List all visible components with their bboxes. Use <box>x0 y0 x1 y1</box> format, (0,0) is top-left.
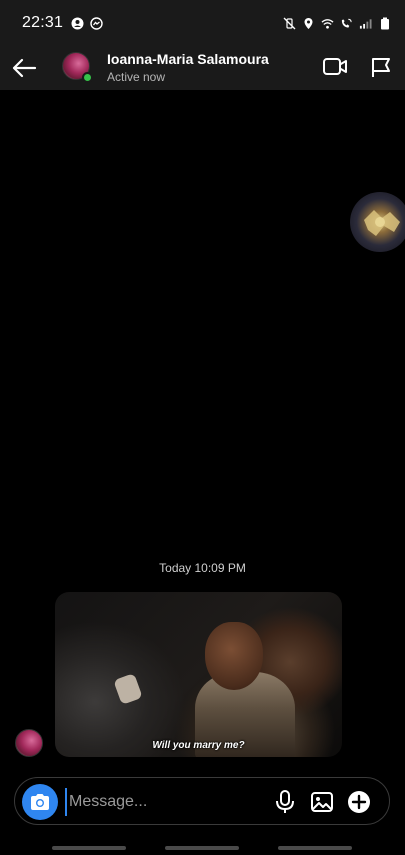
nav-recent-button[interactable] <box>52 846 126 850</box>
gif-message[interactable]: Will you marry me? <box>55 592 342 757</box>
contact-status: Active now <box>107 70 166 84</box>
flag-icon <box>372 58 390 77</box>
gallery-button[interactable] <box>310 790 334 814</box>
back-button[interactable] <box>10 54 38 82</box>
voice-message-button[interactable] <box>273 789 297 815</box>
more-options-button[interactable] <box>347 790 371 814</box>
wifi-call-icon <box>340 17 353 30</box>
location-icon <box>302 17 315 30</box>
camera-icon <box>31 794 49 810</box>
camera-button[interactable] <box>22 784 58 820</box>
nav-home-button[interactable] <box>165 846 239 850</box>
chat-screen: 22:31 Ioanna-Maria Salamoura Active now … <box>0 0 405 855</box>
status-time: 22:31 <box>22 14 64 31</box>
video-camera-icon <box>323 58 347 75</box>
message-composer <box>14 777 390 825</box>
status-bar: 22:31 <box>0 0 405 46</box>
message-timestamp: Today 10:09 PM <box>159 561 246 575</box>
wifi-icon <box>321 17 334 30</box>
account-circle-icon <box>71 17 84 30</box>
message-input[interactable] <box>65 788 255 816</box>
chat-head-image-icon <box>364 210 400 236</box>
nav-back-button[interactable] <box>278 846 352 850</box>
chat-header: Ioanna-Maria Salamoura Active now <box>0 46 405 90</box>
floating-chat-head[interactable] <box>350 192 405 252</box>
battery-icon <box>378 17 391 30</box>
video-call-button[interactable] <box>322 56 348 78</box>
gif-ring-box <box>113 673 143 705</box>
contact-name: Ioanna-Maria Salamoura <box>107 51 269 67</box>
system-nav-bar <box>0 842 405 855</box>
signal-icon <box>359 17 372 30</box>
gif-caption: Will you marry me? <box>152 740 245 751</box>
online-indicator <box>82 72 93 83</box>
gif-figure-face <box>205 622 263 690</box>
messenger-icon <box>90 16 103 30</box>
arrow-left-icon <box>12 58 37 78</box>
sender-avatar[interactable] <box>15 729 43 757</box>
contact-info[interactable]: Ioanna-Maria Salamoura Active now <box>107 51 269 84</box>
contact-avatar[interactable] <box>62 52 93 83</box>
plus-circle-icon <box>348 791 370 813</box>
vibrate-mute-icon <box>283 17 296 30</box>
flag-button[interactable] <box>370 56 392 78</box>
microphone-icon <box>276 790 294 813</box>
image-icon <box>311 792 333 812</box>
